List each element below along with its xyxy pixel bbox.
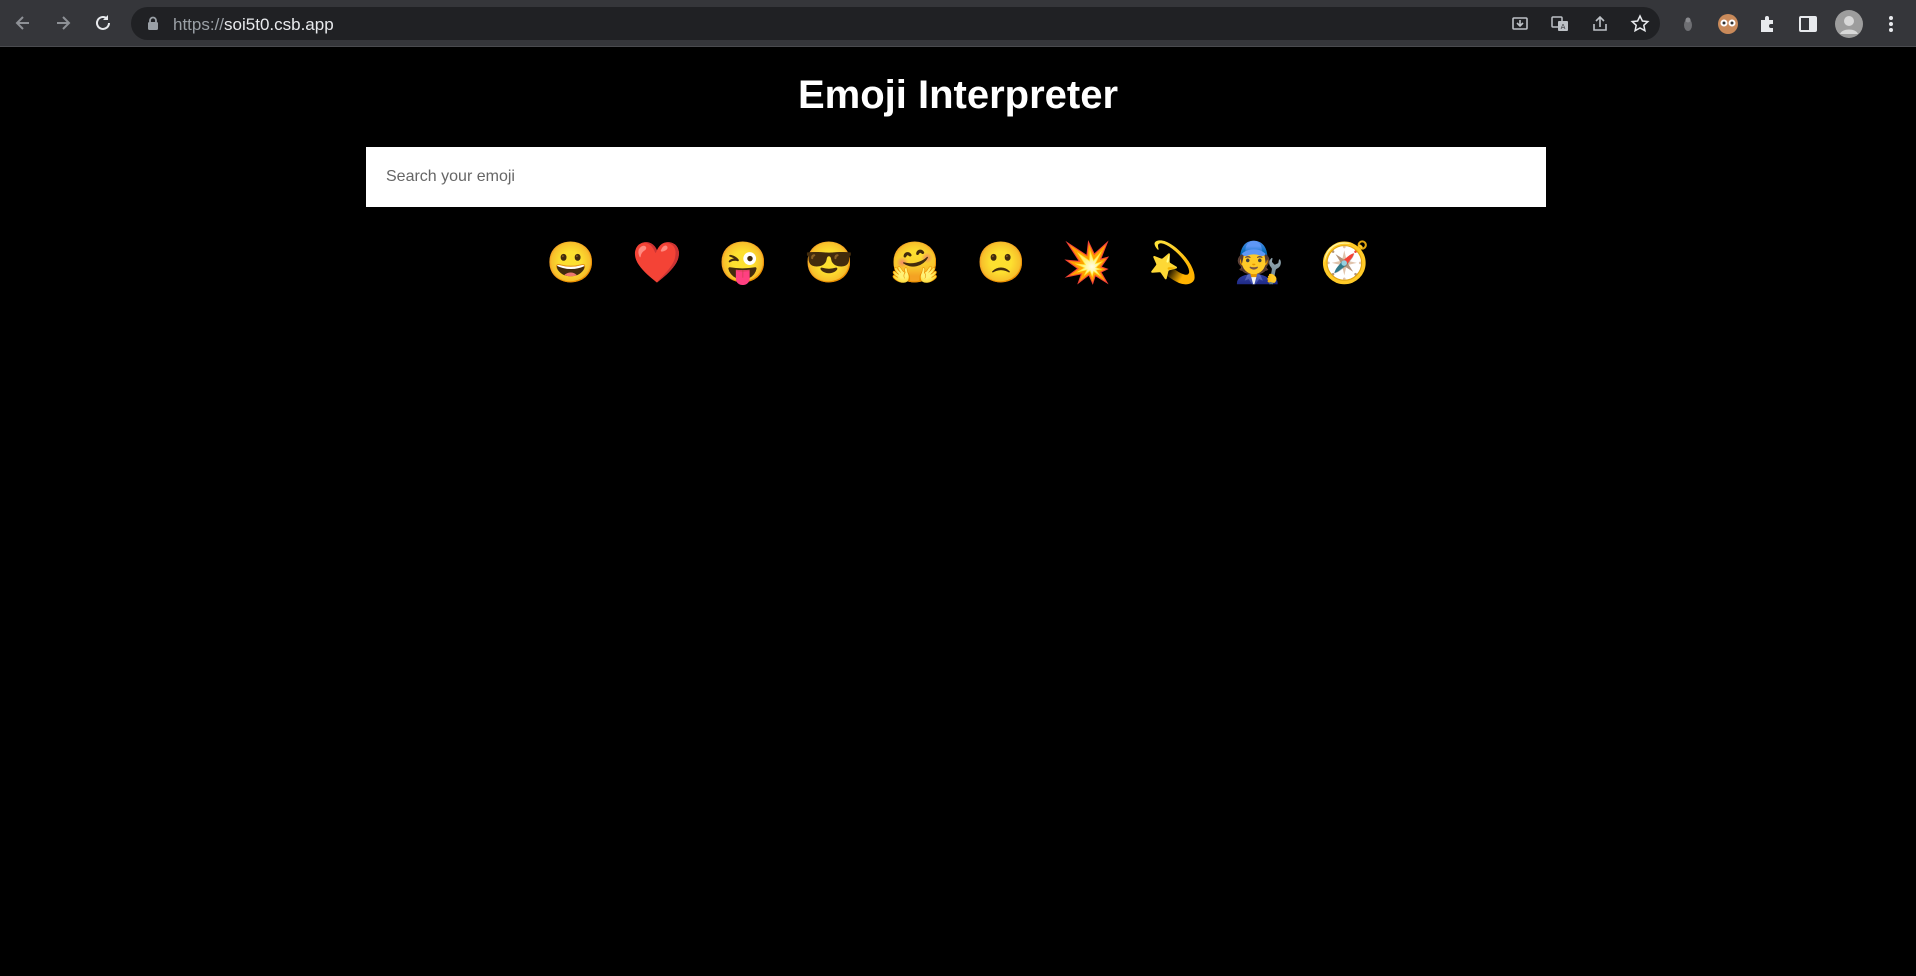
menu-kebab-icon[interactable] <box>1878 11 1904 37</box>
url-text: https://soi5t0.csb.app <box>173 15 334 35</box>
profile-avatar[interactable] <box>1835 10 1863 38</box>
back-button[interactable] <box>8 8 38 38</box>
extensions-puzzle-icon[interactable] <box>1755 11 1781 37</box>
emoji-sunglasses-face[interactable]: 😎 <box>803 236 855 288</box>
reload-button[interactable] <box>88 8 118 38</box>
url-host: soi5t0.csb.app <box>224 15 334 34</box>
install-app-icon[interactable] <box>1509 13 1531 35</box>
emoji-grinning-face[interactable]: 😀 <box>545 236 597 288</box>
side-panel-icon[interactable] <box>1795 11 1821 37</box>
page-title: Emoji Interpreter <box>797 73 1119 117</box>
emoji-list: 😀 ❤️ 😜 😎 🤗 🙁 💥 💫 🧑‍🔧 🧭 <box>0 236 1916 292</box>
search-input[interactable] <box>366 147 1546 207</box>
emoji-compass[interactable]: 🧭 <box>1319 236 1371 288</box>
share-icon[interactable] <box>1589 13 1611 35</box>
emoji-winking-tongue[interactable]: 😜 <box>717 236 769 288</box>
lock-icon <box>148 16 158 30</box>
emoji-frowning-face[interactable]: 🙁 <box>975 236 1027 288</box>
translate-icon[interactable]: A <box>1549 13 1571 35</box>
extension-tiny-icon[interactable] <box>1675 11 1701 37</box>
emoji-red-heart[interactable]: ❤️ <box>631 236 683 288</box>
emoji-hugging-face[interactable]: 🤗 <box>889 236 941 288</box>
emoji-collision[interactable]: 💥 <box>1061 236 1113 288</box>
extension-glasses-icon[interactable] <box>1715 11 1741 37</box>
svg-text:A: A <box>1561 23 1566 31</box>
forward-button[interactable] <box>48 8 78 38</box>
address-bar[interactable]: https://soi5t0.csb.app A <box>131 7 1660 40</box>
reload-icon <box>96 15 110 30</box>
browser-toolbar: https://soi5t0.csb.app A <box>0 0 1916 47</box>
emoji-dizzy[interactable]: 💫 <box>1147 236 1199 288</box>
arrow-left-icon <box>15 16 29 30</box>
bookmark-star-icon[interactable] <box>1629 13 1651 35</box>
emoji-mechanic[interactable]: 🧑‍🔧 <box>1233 236 1285 288</box>
arrow-right-icon <box>57 16 71 30</box>
url-scheme: https:// <box>173 15 225 34</box>
